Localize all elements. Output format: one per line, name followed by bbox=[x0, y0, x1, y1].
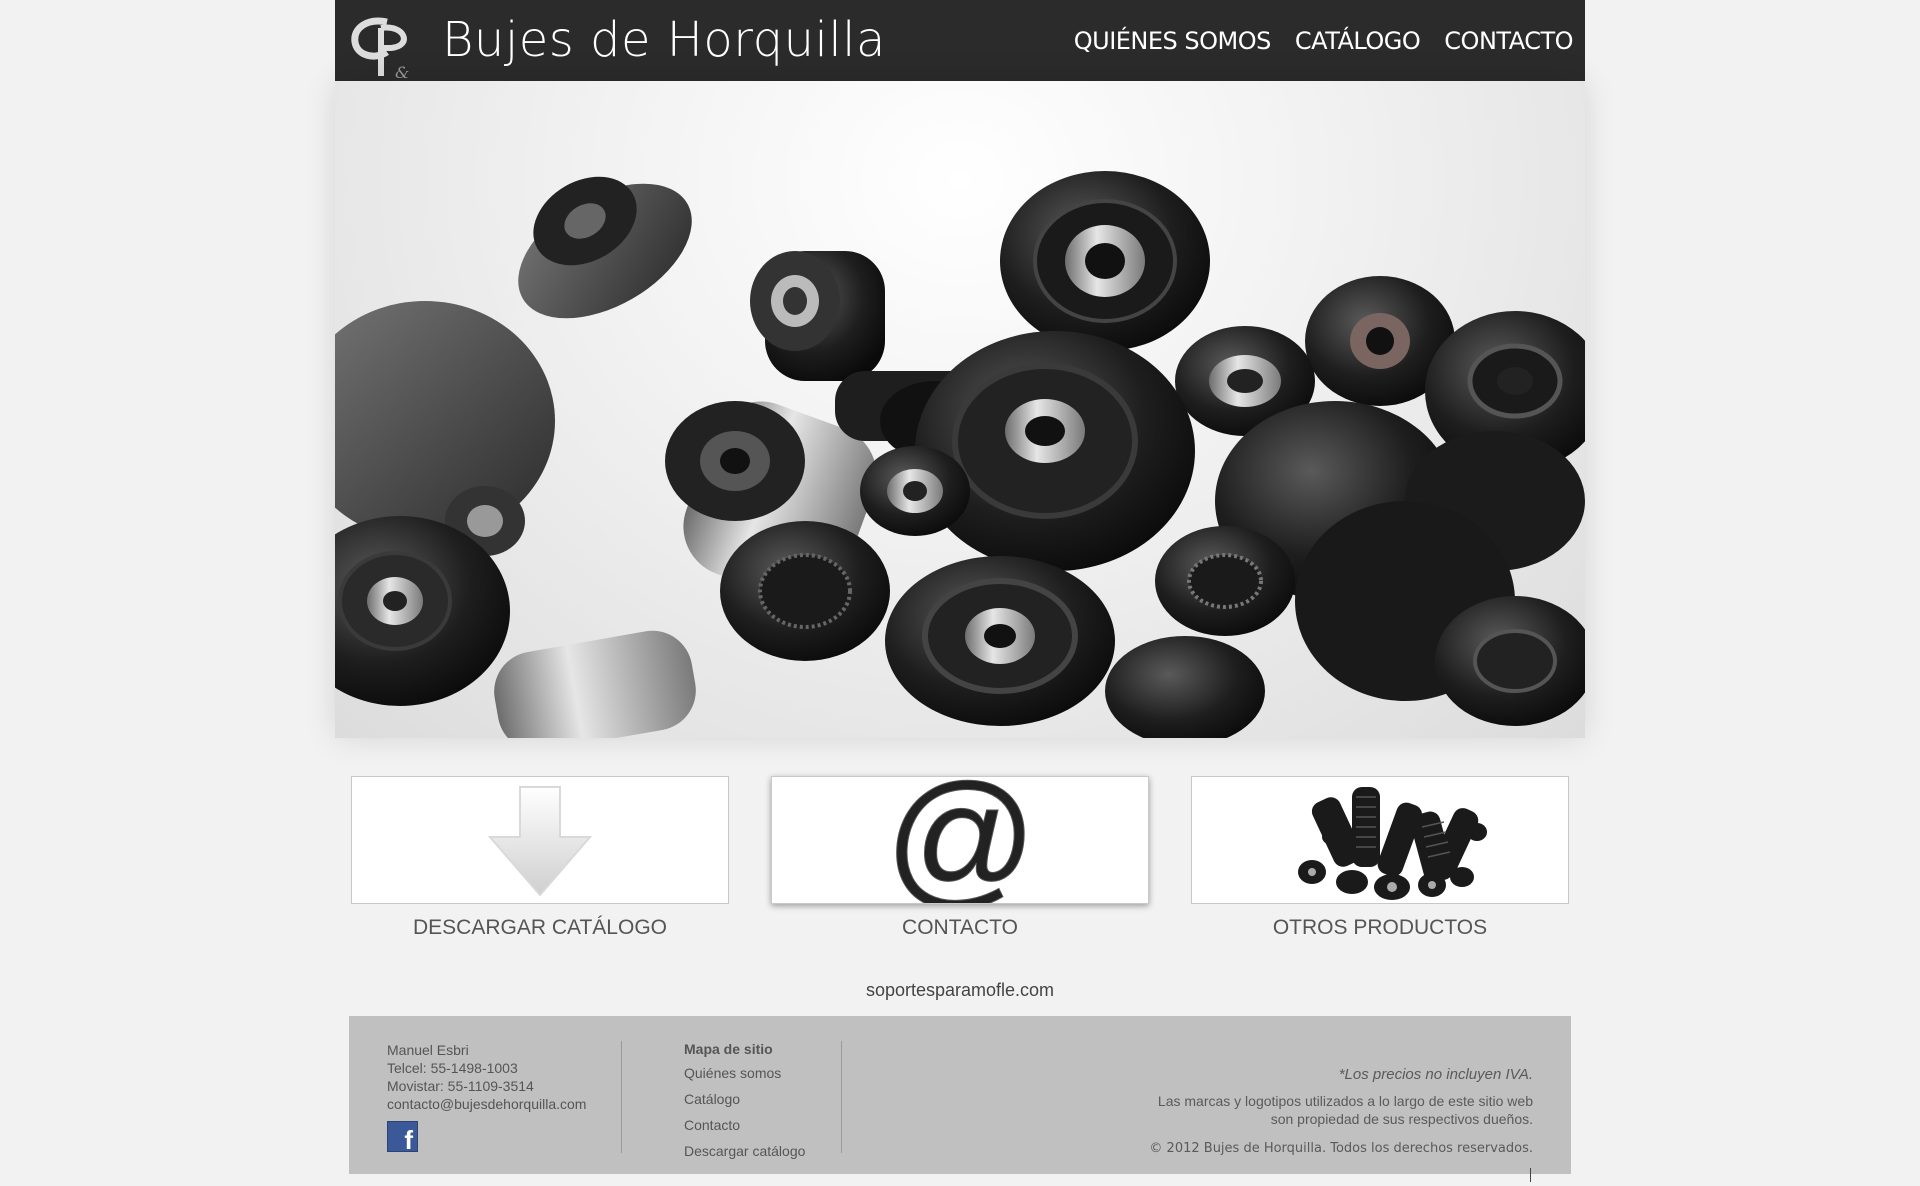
nav-contacto[interactable]: CONTACTO bbox=[1444, 27, 1573, 55]
logo-icon[interactable]: & bbox=[347, 14, 421, 80]
other-products-card[interactable] bbox=[1191, 776, 1569, 904]
brands-note-line1: Las marcas y logotipos utilizados a lo l… bbox=[1157, 1093, 1533, 1109]
svg-text:@: @ bbox=[885, 777, 1037, 904]
products-photo-icon bbox=[1298, 787, 1487, 900]
footer-notes: *Los precios no incluyen IVA. Las marcas… bbox=[1149, 1066, 1533, 1158]
hero-image bbox=[335, 81, 1585, 738]
sitemap-link-quienes-somos[interactable]: Quiénes somos bbox=[684, 1065, 805, 1081]
contact-label[interactable]: CONTACTO bbox=[771, 916, 1149, 940]
contact-card[interactable]: @ bbox=[771, 776, 1149, 904]
svg-text:&: & bbox=[395, 63, 409, 80]
footer-divider bbox=[841, 1041, 842, 1153]
footer-contact: Manuel Esbri Telcel: 55-1498-1003 Movist… bbox=[387, 1041, 586, 1155]
download-catalog-card[interactable] bbox=[351, 776, 729, 904]
contact-telcel: Telcel: 55-1498-1003 bbox=[387, 1060, 518, 1076]
download-catalog-label[interactable]: DESCARGAR CATÁLOGO bbox=[351, 916, 729, 940]
footer-sitemap: Mapa de sitio Quiénes somos Catálogo Con… bbox=[684, 1041, 805, 1169]
nav-quienes-somos[interactable]: QUIÉNES SOMOS bbox=[1074, 27, 1272, 55]
contact-name: Manuel Esbri bbox=[387, 1042, 469, 1058]
footer-divider bbox=[621, 1041, 622, 1153]
text-cursor bbox=[1530, 1168, 1531, 1182]
partner-site-link[interactable]: soportesparamofle.com bbox=[0, 980, 1920, 1001]
main-nav: QUIÉNES SOMOS CATÁLOGO CONTACTO bbox=[1074, 27, 1574, 55]
contact-movistar: Movistar: 55-1109-3514 bbox=[387, 1078, 534, 1094]
site-header: & Bujes de Horquilla QUIÉNES SOMOS CATÁL… bbox=[335, 0, 1585, 81]
iva-note: *Los precios no incluyen IVA. bbox=[1338, 1066, 1533, 1083]
site-footer: Manuel Esbri Telcel: 55-1498-1003 Movist… bbox=[349, 1016, 1571, 1174]
other-products-label[interactable]: OTROS PRODUCTOS bbox=[1191, 916, 1569, 940]
sitemap-heading: Mapa de sitio bbox=[684, 1041, 773, 1057]
facebook-icon[interactable]: f bbox=[387, 1121, 418, 1155]
nav-catalogo[interactable]: CATÁLOGO bbox=[1295, 27, 1421, 55]
bushings-photo bbox=[335, 171, 1585, 738]
contact-email[interactable]: contacto@bujesdehorquilla.com bbox=[387, 1095, 586, 1113]
at-sign-icon: @ bbox=[884, 777, 1037, 904]
sitemap-link-descargar-catalogo[interactable]: Descargar catálogo bbox=[684, 1143, 805, 1159]
sitemap-link-contacto[interactable]: Contacto bbox=[684, 1117, 805, 1133]
sitemap-link-catalogo[interactable]: Catálogo bbox=[684, 1091, 805, 1107]
download-arrow-icon bbox=[487, 786, 593, 897]
site-title[interactable]: Bujes de Horquilla bbox=[442, 12, 886, 68]
copyright: © 2012 Bujes de Horquilla. Todos los der… bbox=[1149, 1141, 1533, 1156]
brands-note-line2: son propiedad de sus respectivos dueños. bbox=[1270, 1111, 1533, 1127]
